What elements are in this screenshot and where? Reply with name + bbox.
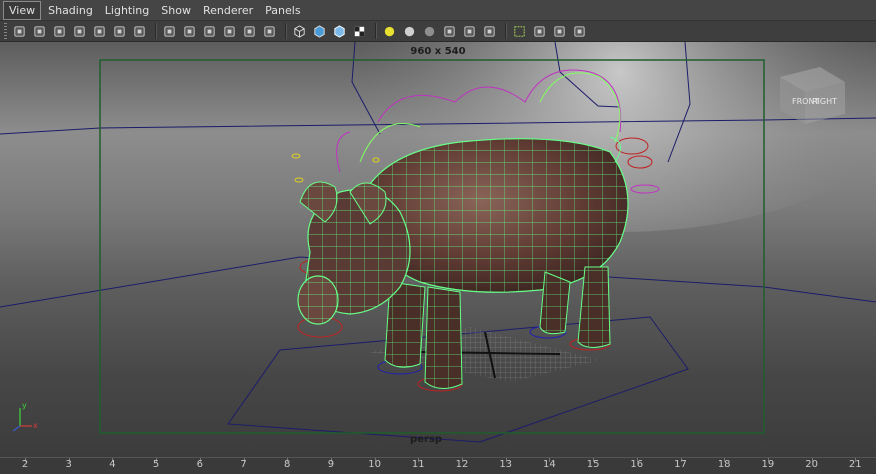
toolbar-grip xyxy=(4,23,7,39)
camera-name-label: persp xyxy=(410,434,442,445)
xray-active-components-icon[interactable] xyxy=(551,23,568,40)
resolution-gate-icon[interactable] xyxy=(181,23,198,40)
isolate-select-icon[interactable] xyxy=(511,23,528,40)
time-tick-label: 8 xyxy=(284,459,291,470)
toolbar-separator xyxy=(505,23,507,39)
time-tick-label: 11 xyxy=(411,459,425,470)
perspective-viewport[interactable]: FRONT RIGHT y x 960 x 540 persp xyxy=(0,42,876,457)
safe-title-icon[interactable] xyxy=(261,23,278,40)
menu-lighting[interactable]: Lighting xyxy=(100,2,154,19)
time-tick-label: 9 xyxy=(327,459,335,470)
grease-pencil-icon[interactable] xyxy=(111,23,128,40)
xray-icon[interactable] xyxy=(531,23,548,40)
grid-icon[interactable] xyxy=(131,23,148,40)
wireframe-on-shaded-icon[interactable] xyxy=(331,23,348,40)
time-tick-label: 4 xyxy=(109,459,116,470)
time-tick-label: 12 xyxy=(455,459,469,470)
select-camera-icon[interactable] xyxy=(11,23,28,40)
time-tick-label: 3 xyxy=(65,459,72,470)
toolbar-separator xyxy=(155,23,157,39)
xray-joints-icon[interactable] xyxy=(571,23,588,40)
time-tick-label: 5 xyxy=(152,459,160,470)
safe-action-icon[interactable] xyxy=(241,23,258,40)
use-all-lights-icon[interactable] xyxy=(381,23,398,40)
time-tick-label: 6 xyxy=(196,459,203,470)
motion-blur-icon[interactable] xyxy=(441,23,458,40)
menu-show[interactable]: Show xyxy=(156,2,196,19)
time-tick-label: 17 xyxy=(674,459,687,470)
image-plane-icon[interactable] xyxy=(71,23,88,40)
panel-toolbar xyxy=(0,20,876,42)
time-tick-label: 21 xyxy=(848,459,862,470)
camera-attributes-icon[interactable] xyxy=(31,23,48,40)
time-slider[interactable]: 2 3 4 5 6 7 8 9 10 11 12 13 14 15 16 17 18 19 20 21 xyxy=(0,457,876,474)
time-tick-label: 7 xyxy=(240,459,247,470)
toolbar-separator xyxy=(285,23,287,39)
menu-shading[interactable]: Shading xyxy=(43,2,98,19)
shadows-icon[interactable] xyxy=(401,23,418,40)
axis-y-label: y xyxy=(22,401,27,410)
time-tick-label: 10 xyxy=(368,459,381,470)
2d-pan-zoom-icon[interactable] xyxy=(91,23,108,40)
menu-panels[interactable]: Panels xyxy=(260,2,305,19)
screen-space-ao-icon[interactable] xyxy=(421,23,438,40)
bookmarks-icon[interactable] xyxy=(51,23,68,40)
axis-x-label: x xyxy=(33,421,38,430)
resolution-gate-label: 960 x 540 xyxy=(410,46,466,57)
time-tick-label: 2 xyxy=(21,459,29,470)
time-tick-label: 18 xyxy=(717,459,731,470)
view-cube-right-label: RIGHT xyxy=(812,97,837,106)
menu-view[interactable]: View xyxy=(3,0,42,20)
time-tick-label: 14 xyxy=(543,459,556,470)
time-tick-label: 13 xyxy=(499,459,513,470)
film-gate-icon[interactable] xyxy=(161,23,178,40)
toolbar-separator xyxy=(375,23,377,39)
time-tick-label: 20 xyxy=(805,459,818,470)
menu-renderer[interactable]: Renderer xyxy=(198,2,258,19)
textured-icon[interactable] xyxy=(351,23,368,40)
smooth-shade-icon[interactable] xyxy=(311,23,328,40)
time-tick-label: 19 xyxy=(761,459,775,470)
time-tick-label: 15 xyxy=(586,459,600,470)
viewport-scene: FRONT RIGHT y x xyxy=(0,42,876,443)
depth-of-field-icon[interactable] xyxy=(481,23,498,40)
time-tick-label: 16 xyxy=(630,459,644,470)
axis-gizmo: y x xyxy=(12,401,38,432)
anti-aliasing-icon[interactable] xyxy=(461,23,478,40)
field-chart-icon[interactable] xyxy=(221,23,238,40)
panel-menu-bar: View Shading Lighting Show Renderer Panels xyxy=(0,0,876,20)
gate-mask-icon[interactable] xyxy=(201,23,218,40)
wireframe-icon[interactable] xyxy=(291,23,308,40)
